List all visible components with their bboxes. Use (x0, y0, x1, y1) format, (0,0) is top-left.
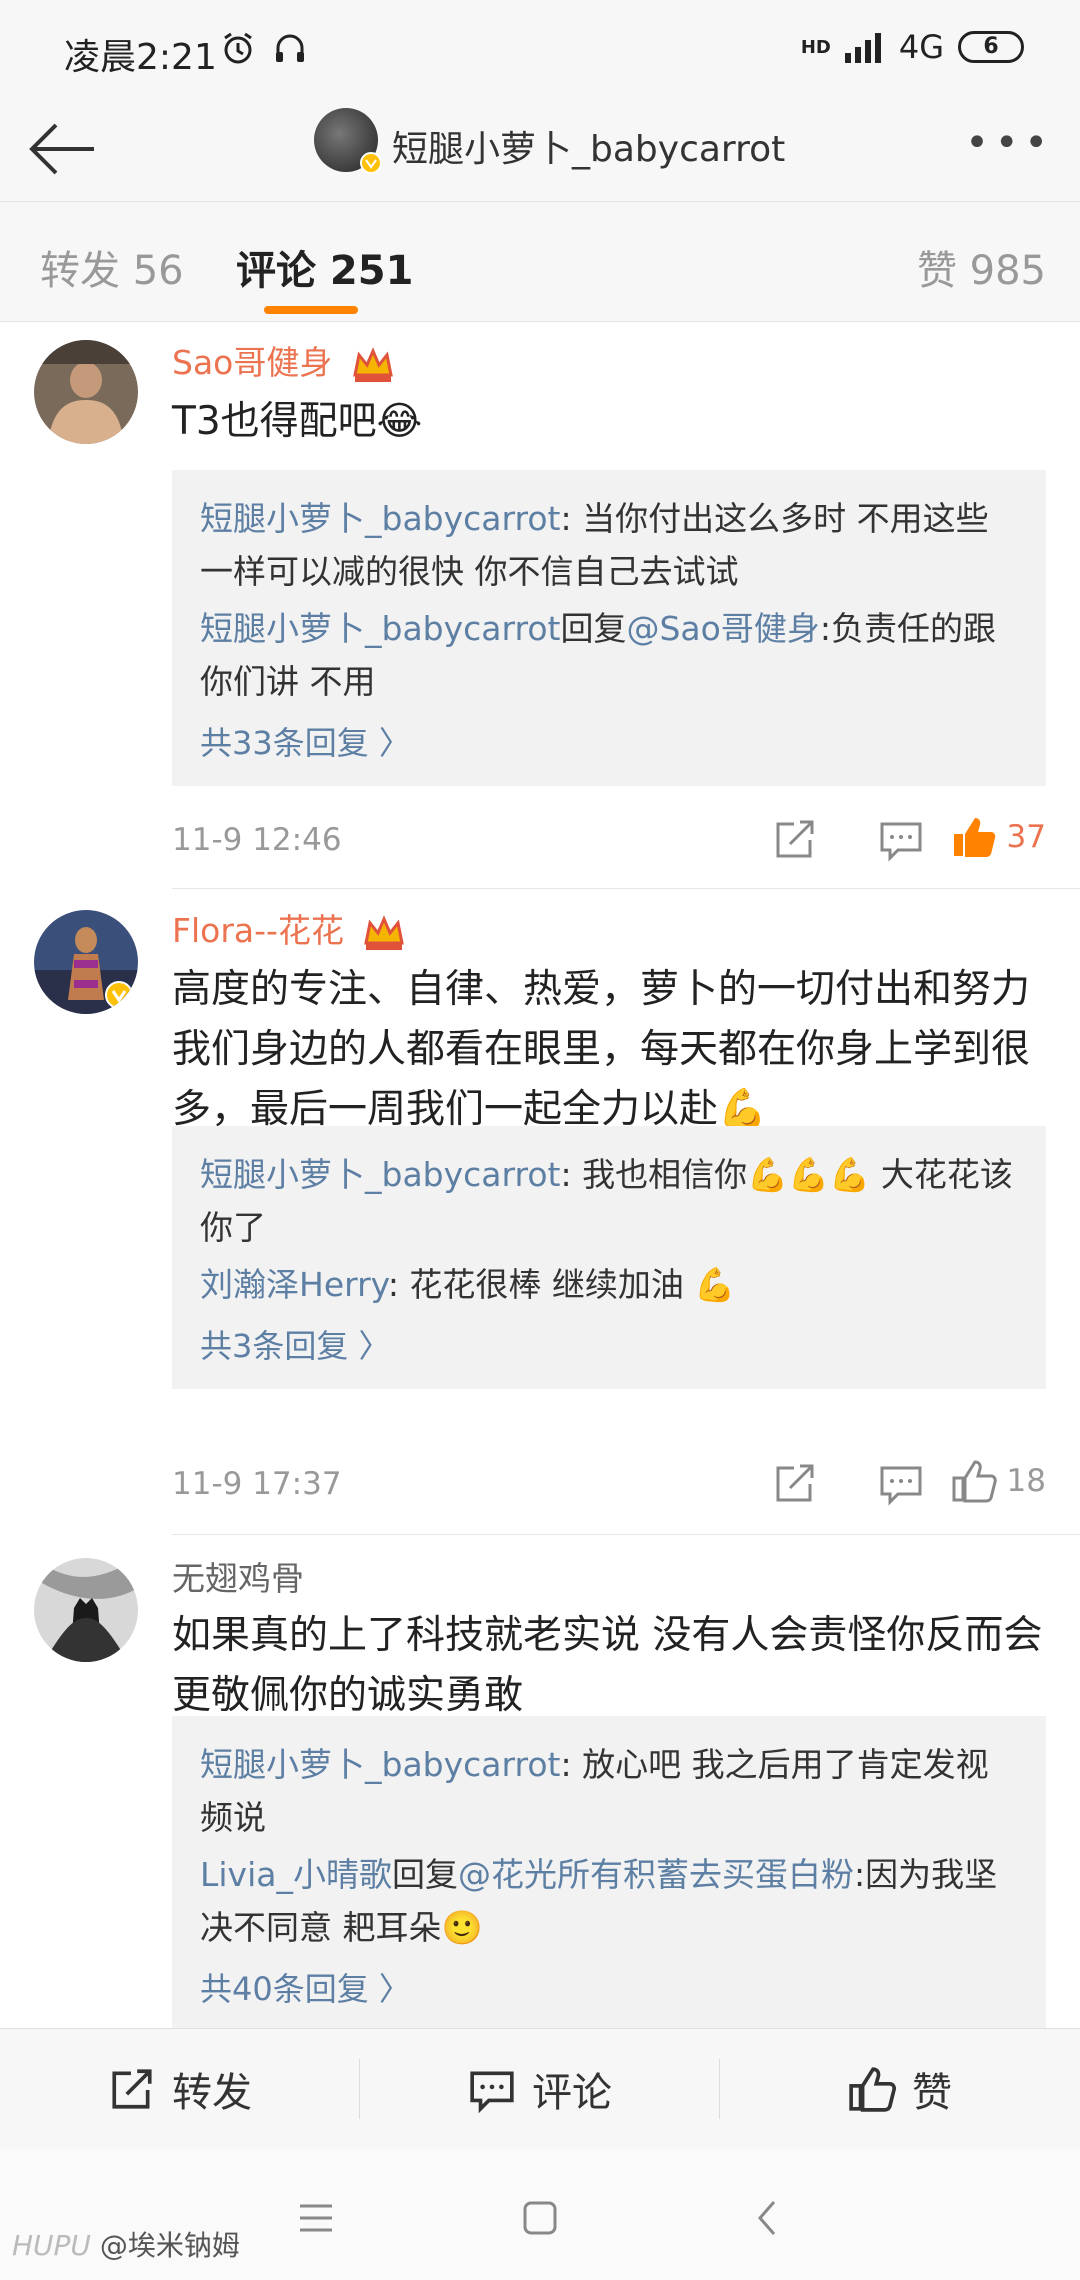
like-button[interactable]: 37 (951, 814, 1046, 860)
reply-line: 短腿小萝卜_babycarrot回复@Sao哥健身:负责任的跟你们讲 不用 (200, 609, 996, 701)
system-nav-bar: HUPU @埃米钠姆 (0, 2148, 1080, 2280)
comment-meta: 11-9 12:46 37 (172, 810, 1046, 870)
share-icon[interactable] (772, 816, 818, 862)
comment-list[interactable]: Sao哥健身 T3也得配吧😂 短腿小萝卜_babycarrot: 当你付出这么多… (0, 322, 1080, 2028)
reply-box[interactable]: 短腿小萝卜_babycarrot: 放心吧 我之后用了肯定发视频说 Livia_… (172, 1716, 1046, 2028)
thumbs-up-icon (849, 2067, 896, 2112)
tab-likes[interactable]: 赞 985 (917, 238, 1046, 296)
share-icon[interactable] (772, 1460, 818, 1506)
like-button[interactable]: 赞 (720, 2029, 1080, 2149)
more-replies-link[interactable]: 共3条回复 〉 (200, 1321, 1018, 1367)
more-replies-link[interactable]: 共33条回复 〉 (200, 718, 1018, 764)
headphones-icon (276, 34, 304, 62)
thumbs-up-icon (952, 1460, 997, 1503)
comment-meta: 11-9 17:37 18 (172, 1454, 1046, 1514)
tab-comments[interactable]: 评论 251 (236, 238, 413, 296)
reply-box[interactable]: 短腿小萝卜_babycarrot: 当你付出这么多时 不用这些一样可以减的很快 … (172, 470, 1046, 786)
comment-button[interactable]: 评论 (360, 2029, 720, 2149)
page-title[interactable]: 短腿小萝卜_babycarrot (392, 120, 785, 172)
active-tab-indicator (264, 306, 358, 314)
comment-text: 如果真的上了科技就老实说 没有人会责怪你反而会更敬佩你的诚实勇敢 (172, 1613, 1043, 1718)
reply-line: 短腿小萝卜_babycarrot: 当你付出这么多时 不用这些一样可以减的很快 … (200, 499, 989, 591)
menu-icon[interactable] (296, 2200, 336, 2236)
like-count: 18 (1006, 1463, 1046, 1499)
like-button[interactable]: 18 (951, 1458, 1046, 1504)
like-count: 37 (1006, 819, 1046, 855)
comment-username[interactable]: Sao哥健身 (172, 336, 395, 385)
avatar[interactable] (34, 340, 138, 444)
divider (172, 1534, 1080, 1535)
reply-line: Livia_小晴歌回复@花光所有积蓄去买蛋白粉:因为我坚决不同意 耙耳朵🙂 (200, 1855, 998, 1947)
comment-icon[interactable] (878, 1460, 924, 1506)
network-label: 4G (898, 28, 944, 66)
verified-badge-icon (360, 152, 382, 174)
more-replies-link[interactable]: 共40条回复 〉 (200, 1964, 1018, 2010)
comment-text: T3也得配吧😂 (172, 399, 423, 444)
bottom-action-bar: 转发 评论 赞 (0, 2028, 1080, 2148)
comment-username[interactable]: Flora--花花 (172, 904, 406, 953)
hd-label: HD (800, 36, 831, 58)
avatar[interactable] (314, 108, 382, 174)
avatar[interactable] (34, 1558, 138, 1662)
back-arrow-icon[interactable] (22, 116, 102, 182)
status-time: 凌晨2:21 (64, 37, 217, 78)
tab-bar: 转发 56 评论 251 赞 985 (0, 202, 1080, 322)
back-icon[interactable] (752, 2198, 782, 2238)
home-icon[interactable] (520, 2198, 560, 2238)
reply-box[interactable]: 短腿小萝卜_babycarrot: 我也相信你💪💪💪 大花花该你了 刘瀚泽Her… (172, 1126, 1046, 1389)
reply-line: 短腿小萝卜_babycarrot: 我也相信你💪💪💪 大花花该你了 (200, 1155, 1013, 1247)
status-bar: 凌晨2:21 HD 4G 6 (0, 0, 1080, 96)
reply-line: 短腿小萝卜_babycarrot: 放心吧 我之后用了肯定发视频说 (200, 1745, 989, 1837)
alarm-icon (224, 32, 252, 64)
repost-icon (112, 2069, 152, 2109)
signal-icon (844, 33, 881, 63)
watermark: HUPU @埃米钠姆 (12, 2229, 240, 2262)
divider (172, 888, 1080, 889)
comment-icon[interactable] (878, 816, 924, 862)
verified-badge-icon (105, 981, 133, 1009)
comment-text: 高度的专注、自律、热爱，萝卜的一切付出和努力我们身边的人都看在眼里，每天都在你身… (172, 967, 1031, 1132)
comment-time: 11-9 17:37 (172, 1466, 342, 1502)
repost-button[interactable]: 转发 (0, 2029, 360, 2149)
tab-repost[interactable]: 转发 56 (40, 238, 184, 296)
crown-badge-icon (353, 346, 393, 382)
battery-icon: 6 (958, 31, 1024, 63)
crown-badge-icon (364, 914, 405, 950)
thumbs-up-filled-icon (953, 818, 995, 857)
comment-icon (470, 2071, 514, 2113)
comment-time: 11-9 12:46 (172, 822, 342, 858)
comment-username[interactable]: 无翅鸡骨 (172, 1552, 304, 1600)
more-menu-button[interactable]: ••• (965, 120, 1054, 166)
reply-line: 刘瀚泽Herry: 花花很棒 继续加油 💪 (200, 1265, 736, 1304)
page-header: 短腿小萝卜_babycarrot ••• (0, 96, 1080, 202)
avatar[interactable] (34, 910, 138, 1014)
